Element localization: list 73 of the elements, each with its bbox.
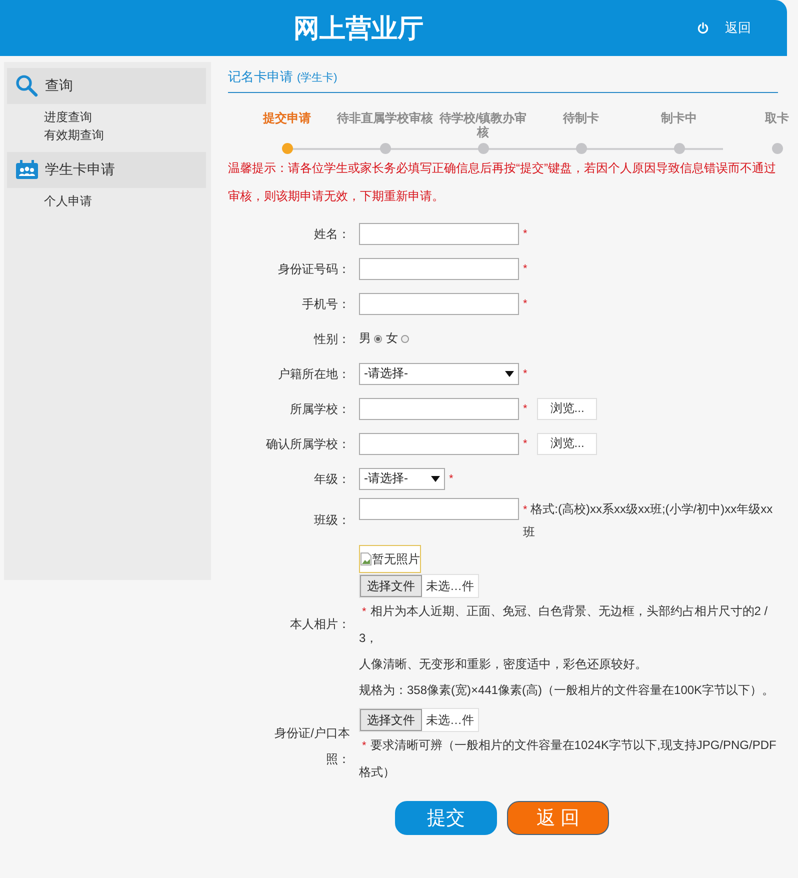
radio-button[interactable]	[374, 334, 382, 342]
field-label: 年级：	[313, 470, 350, 488]
sidebar-item[interactable]: 进度查询	[44, 108, 211, 126]
hint-text: * 格式:(高校)xx系xx级xx班;(小学/初中)xx年级xx班	[523, 501, 774, 541]
note-text: 规格为：358像素(宽)×441像素(高)（一般相片的文件容量在100K字节以下）。	[359, 682, 774, 699]
step-label: 待非直属学校审核	[336, 111, 434, 127]
text-input[interactable]	[359, 498, 519, 520]
required-mark: *	[523, 262, 528, 274]
choose-file-button[interactable]: 选择文件	[360, 575, 422, 597]
file-picker[interactable]: 选择文件 未选…件	[359, 708, 479, 732]
radio-label: 女	[386, 330, 398, 347]
notice-text: 温馨提示：请各位学生或家长务必填写正确信息后再按“提交”键盘，若因个人原因导致信息错误而不通过审核，则该期申请无效，下期重新申请。	[228, 160, 777, 205]
field-label: 身份证号码：	[277, 260, 350, 278]
text-input[interactable]	[359, 222, 519, 244]
submit-button[interactable]: 提交	[395, 801, 497, 835]
text-input[interactable]	[359, 432, 519, 454]
required-mark: *	[523, 402, 528, 414]
step-label: 待制卡	[562, 111, 600, 127]
required-mark: *	[523, 504, 528, 516]
required-mark: *	[523, 438, 528, 450]
field-label: 本人相片：	[289, 616, 350, 633]
field-label: 班级：	[313, 512, 350, 528]
dropdown[interactable]: -请选择-	[359, 468, 445, 490]
page-subtitle: (学生卡)	[297, 71, 338, 85]
file-picker[interactable]: 选择文件 未选…件	[359, 574, 479, 598]
dropdown[interactable]: -请选择-	[359, 362, 519, 384]
radio-option[interactable]: 女	[386, 330, 409, 347]
back-link[interactable]: 返回	[725, 19, 751, 37]
people-icon	[15, 158, 39, 182]
required-mark: *	[523, 228, 528, 240]
sidebar-group[interactable]: 学生卡申请	[7, 152, 206, 188]
field-label: 手机号：	[301, 296, 350, 312]
note-text: 人像清晰、无变形和重影，密度适中，彩色还原较好。	[359, 656, 647, 673]
browse-button[interactable]: 浏览...	[537, 432, 598, 454]
field-label: 姓名：	[313, 226, 350, 242]
radio-option[interactable]: 男	[359, 330, 382, 347]
required-mark: *	[449, 472, 454, 484]
radio-button[interactable]	[401, 334, 409, 342]
field-label: 确认所属学校：	[265, 436, 350, 452]
step-dot	[772, 143, 782, 154]
step-label: 制卡中	[660, 111, 698, 127]
search-icon	[15, 74, 39, 98]
power-icon[interactable]	[697, 22, 709, 34]
file-status: 未选…件	[425, 578, 475, 594]
field-label: 性别：	[312, 330, 350, 348]
note-text: * 要求清晰可辨（一般相片的文件容量在1024K字节以下,现支持JPG/PNG/PDF格式）	[359, 737, 778, 781]
step-label: 取卡	[764, 111, 790, 127]
page-title: 记名卡申请	[228, 68, 293, 86]
group-title: 查询	[45, 77, 73, 95]
required-mark: *	[523, 298, 528, 310]
choose-file-button[interactable]: 选择文件	[360, 709, 422, 731]
step-dot	[282, 143, 292, 154]
field-label: 户籍所在地：	[277, 366, 350, 382]
caret-icon	[431, 476, 440, 482]
text-input[interactable]	[359, 292, 519, 314]
file-status: 未选…件	[425, 712, 475, 728]
field-label: 所属学校：	[289, 400, 350, 418]
text-input[interactable]	[359, 258, 519, 280]
note-text: * 相片为本人近期、正面、免冠、白色背景、无边框，头部约占相片尺寸的2 / 3，	[359, 603, 769, 647]
sidebar-item[interactable]: 个人申请	[44, 192, 211, 210]
required-mark: *	[523, 368, 528, 380]
browse-button[interactable]: 浏览...	[537, 398, 598, 420]
caret-icon	[505, 370, 514, 376]
group-title: 学生卡申请	[45, 161, 115, 179]
step-label: 待学校/镇教办审核	[438, 111, 528, 141]
field-label: 身份证/户口本照：	[274, 725, 350, 768]
radio-label: 男	[359, 330, 371, 347]
image-alt-text: 暂无照片	[372, 550, 420, 568]
site-title: 网上营业厅	[292, 12, 424, 44]
sidebar-group[interactable]: 查询	[7, 68, 206, 104]
sidebar-item[interactable]: 有效期查询	[44, 126, 211, 144]
text-input[interactable]	[359, 398, 519, 420]
step-label: 提交申请	[262, 111, 312, 127]
